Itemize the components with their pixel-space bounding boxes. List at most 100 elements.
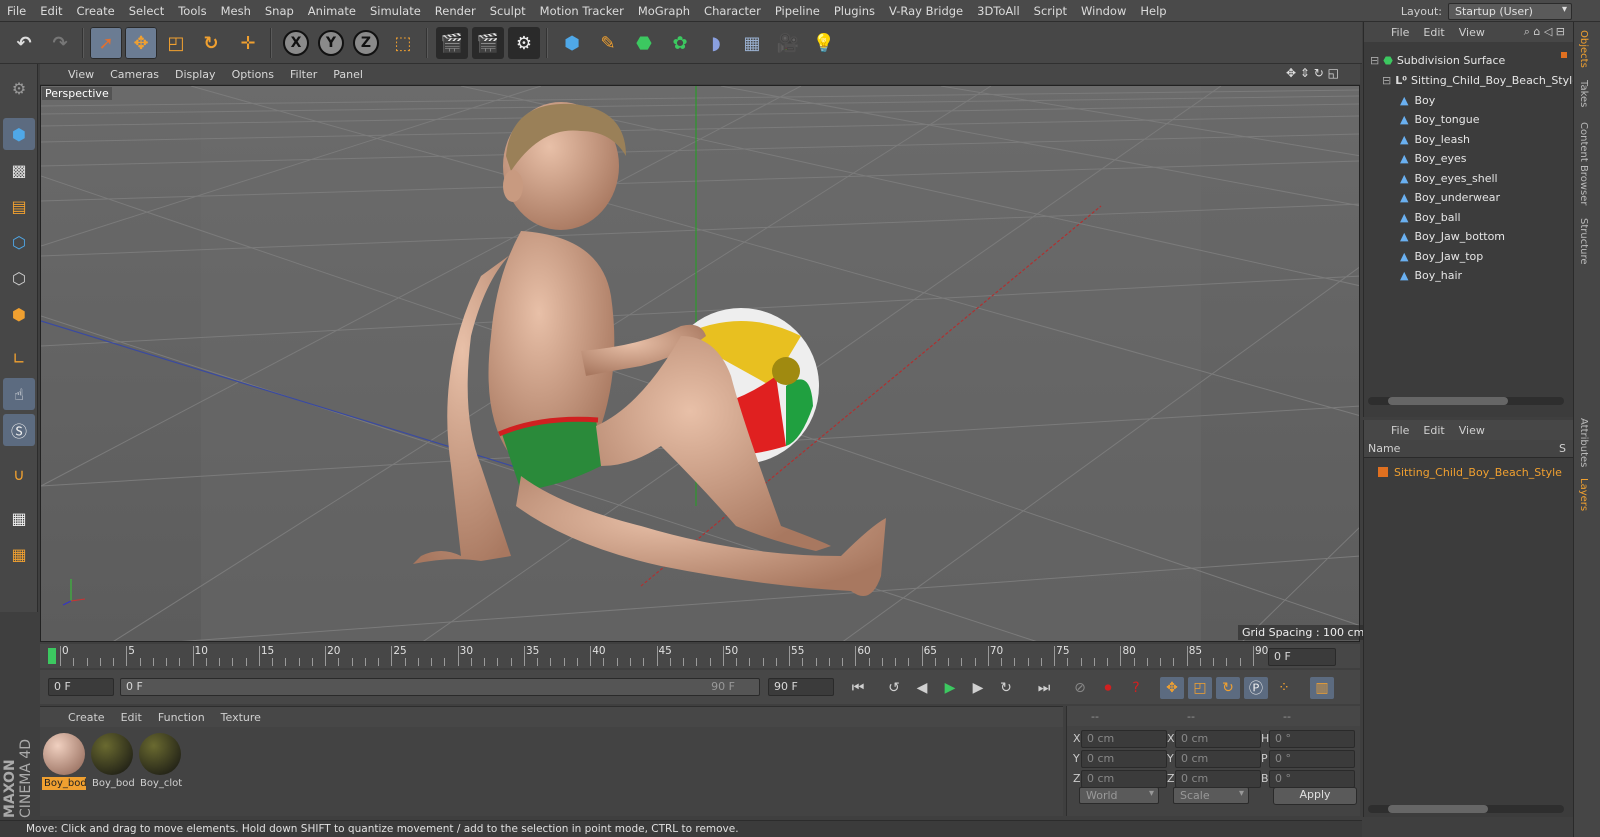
coord-value-field[interactable]: 0 cm [1081, 750, 1167, 768]
coord-value-field[interactable]: 0 ° [1269, 750, 1355, 768]
make-editable-icon[interactable]: ⚙ [3, 72, 35, 104]
axis-x-button[interactable]: X [283, 30, 309, 56]
material-swatch[interactable]: Boy_clot [138, 731, 182, 791]
object-row[interactable]: ▲ Boy_leash [1400, 129, 1470, 149]
object-row[interactable]: ▲ Boy_underwear [1400, 188, 1500, 208]
key-rotation-icon[interactable]: ↻ [1216, 677, 1240, 699]
apply-button[interactable]: Apply [1273, 787, 1357, 805]
menu-help[interactable]: Help [1133, 4, 1173, 18]
menu-sculpt[interactable]: Sculpt [483, 4, 533, 18]
menu-script[interactable]: Script [1027, 4, 1074, 18]
edges-mode-icon[interactable]: ⬡ [3, 262, 35, 294]
object-manager-tools-icons[interactable]: ⌕ ⌂ ◁ ⊟ [1524, 25, 1565, 39]
viewport-menu-panel[interactable]: Panel [325, 68, 371, 81]
layer-menu-view[interactable]: View [1452, 424, 1492, 437]
pen-spline-icon[interactable]: ✎ [592, 27, 624, 59]
start-frame-field[interactable]: 0 F [48, 678, 114, 696]
coord-value-field[interactable]: 0 ° [1269, 770, 1355, 788]
menu-window[interactable]: Window [1074, 4, 1133, 18]
menu-file[interactable]: File [0, 4, 33, 18]
object-row[interactable]: ▲ Boy_eyes [1400, 149, 1467, 169]
object-row-root[interactable]: ⊟ ⬣ Subdivision Surface [1370, 50, 1505, 70]
menu-mograph[interactable]: MoGraph [631, 4, 697, 18]
menu-create[interactable]: Create [70, 4, 122, 18]
side-tab-objects[interactable]: Objects [1578, 30, 1589, 68]
texture-mode-icon[interactable]: ▩ [3, 154, 35, 186]
coord-mode-dropdown[interactable]: Scale [1173, 787, 1249, 804]
object-row[interactable]: ▲ Boy_hair [1400, 266, 1462, 286]
object-row[interactable]: ▲ Boy [1400, 90, 1435, 110]
layer-menu-file[interactable]: File [1384, 424, 1416, 437]
menu-select[interactable]: Select [122, 4, 171, 18]
menu-edit[interactable]: Edit [33, 4, 69, 18]
menu-render[interactable]: Render [428, 4, 483, 18]
playhead-marker[interactable] [48, 648, 56, 664]
light-icon[interactable]: 💡 [808, 27, 840, 59]
next-key-icon[interactable]: ↻ [994, 677, 1018, 699]
render-view-icon[interactable]: 🎬 [436, 27, 468, 59]
key-scale-icon[interactable]: ◰ [1188, 677, 1212, 699]
axis-mode-icon[interactable]: ∟ [3, 342, 35, 374]
horizontal-scrollbar[interactable] [1368, 805, 1564, 813]
subdivision-surface-icon[interactable]: ⬣ [628, 27, 660, 59]
menu-pipeline[interactable]: Pipeline [768, 4, 827, 18]
coord-value-field[interactable]: 0 cm [1175, 750, 1261, 768]
goto-end-icon[interactable]: ⏭ [1032, 677, 1056, 699]
material-menu-function[interactable]: Function [150, 711, 213, 724]
axis-z-button[interactable]: Z [353, 30, 379, 56]
coord-value-field[interactable]: 0 cm [1081, 730, 1167, 748]
menu-animate[interactable]: Animate [301, 4, 363, 18]
viewport-menu-view[interactable]: View [60, 68, 102, 81]
viewport-nav-icons[interactable]: ✥ ⇕ ↻ ◱ [1286, 66, 1339, 80]
material-menu-edit[interactable]: Edit [113, 711, 150, 724]
material-menu-texture[interactable]: Texture [213, 711, 269, 724]
tweak-mode-icon[interactable]: ☝ [3, 378, 35, 410]
record-icon[interactable]: ⏺ [1096, 677, 1120, 699]
scale-tool-icon[interactable]: ◰ [160, 27, 192, 59]
help-key-icon[interactable]: ? [1124, 677, 1148, 699]
coord-value-field[interactable]: 0 ° [1269, 730, 1355, 748]
floor-icon[interactable]: ▦ [736, 27, 768, 59]
select-cursor-icon[interactable]: ➚ [90, 27, 122, 59]
viewport-menu-filter[interactable]: Filter [282, 68, 325, 81]
camera-icon[interactable]: 🎥 [772, 27, 804, 59]
play-icon[interactable]: ▶ [938, 677, 962, 699]
layout-dropdown[interactable]: Startup (User) [1448, 2, 1572, 20]
menu-v-ray-bridge[interactable]: V-Ray Bridge [882, 4, 970, 18]
key-parameter-icon[interactable]: Ⓟ [1244, 677, 1268, 699]
render-settings-icon[interactable]: ⚙ [508, 27, 540, 59]
menu-3dtoall[interactable]: 3DToAll [970, 4, 1027, 18]
side-tab-takes[interactable]: Takes [1578, 80, 1589, 107]
menu-plugins[interactable]: Plugins [827, 4, 882, 18]
workplane-icon[interactable]: ▤ [3, 190, 35, 222]
move-tool-icon[interactable]: ✥ [125, 27, 157, 59]
goto-start-icon[interactable]: ⏮ [846, 677, 870, 699]
prev-frame-icon[interactable]: ◀ [910, 677, 934, 699]
timeline-icon[interactable]: ▥ [1310, 677, 1334, 699]
key-pla-icon[interactable]: ⁘ [1272, 677, 1296, 699]
collapse-icon[interactable]: ⊟ [1370, 54, 1379, 67]
object-menu-file[interactable]: File [1384, 26, 1416, 39]
transform-tool-icon[interactable]: ✛ [232, 27, 264, 59]
cube-primitive-icon[interactable]: ⬢ [556, 27, 588, 59]
perspective-viewport[interactable] [40, 85, 1360, 642]
solo-mode-icon[interactable]: Ⓢ [3, 414, 35, 446]
coordinate-system-icon[interactable]: ⬚ [387, 27, 419, 59]
deformer-icon[interactable]: ◗ [700, 27, 732, 59]
layer-menu-edit[interactable]: Edit [1416, 424, 1451, 437]
side-tab-layers[interactable]: Layers [1578, 478, 1589, 511]
material-swatch[interactable]: Boy_bod [42, 731, 86, 791]
material-menu-create[interactable]: Create [60, 711, 113, 724]
coord-system-dropdown[interactable]: World [1079, 787, 1159, 804]
side-tab-structure[interactable]: Structure [1578, 218, 1589, 265]
snap-magnet-icon[interactable]: ∪ [3, 458, 35, 490]
viewport-menu-display[interactable]: Display [167, 68, 224, 81]
object-menu-edit[interactable]: Edit [1416, 26, 1451, 39]
current-frame-field[interactable]: 0 F [1268, 648, 1336, 666]
cloner-icon[interactable]: ✿ [664, 27, 696, 59]
timeline-ruler[interactable]: 0 5 10 15 20 25 30 35 40 45 50 55 60 65 70 75 80 85 90 [40, 644, 1360, 668]
object-menu-view[interactable]: View [1452, 26, 1492, 39]
object-row-child[interactable]: ⊟ L⁰ Sitting_Child_Boy_Beach_Style [1382, 70, 1579, 90]
undo-icon[interactable]: ↶ [8, 27, 40, 59]
planar-workplane-icon[interactable]: ▦ [3, 538, 35, 570]
